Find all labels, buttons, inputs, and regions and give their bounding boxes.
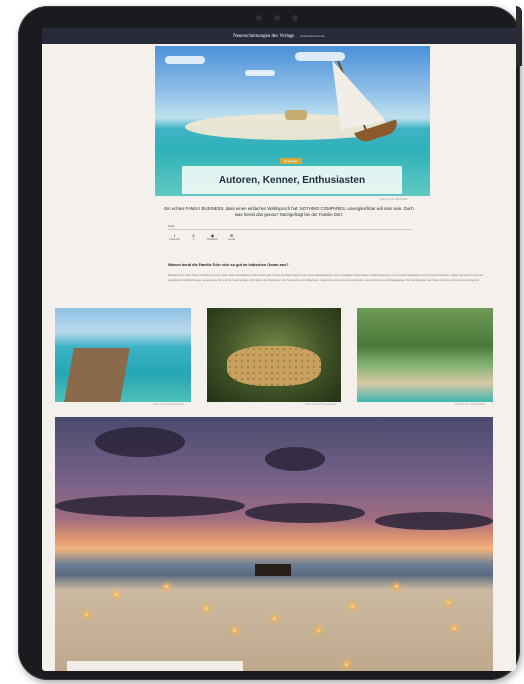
image-credit: Foto: Pexels / Photographer xyxy=(305,403,337,406)
share-section: Teilen f Facebook X X ◉ WhatsApp ✉ E-Mai… xyxy=(168,225,412,241)
cloud xyxy=(245,70,275,76)
dinner-table xyxy=(255,564,291,576)
lantern xyxy=(453,627,456,630)
hero-title-box: Autoren, Kenner, Enthusiasten xyxy=(182,166,402,194)
beach-hut xyxy=(285,110,307,120)
share-mail-button[interactable]: ✉ E-Mail xyxy=(225,233,238,241)
camera-dot xyxy=(292,15,298,21)
image-gallery: Foto: Pexels / Photographer Foto: Pexels… xyxy=(55,308,493,406)
lantern xyxy=(115,593,118,596)
gallery-image-leopard[interactable] xyxy=(207,308,341,402)
image-credit: Foto: Pexels / Photographer xyxy=(153,403,185,406)
beach-dinner-image[interactable] xyxy=(55,417,493,671)
share-label: Teilen xyxy=(168,225,175,228)
article-question: Warum berät die Familie Dörr sich so gut… xyxy=(168,263,289,267)
tablet-screen: Neuerscheinungen des Verlags deutschland… xyxy=(42,28,516,671)
lantern xyxy=(351,605,354,608)
page-title: Autoren, Kenner, Enthusiasten xyxy=(218,174,366,186)
lead-text: Ein echtes FAMILY BUSINESS, dass einen e… xyxy=(164,206,414,217)
site-title[interactable]: Neuerscheinungen des Verlags xyxy=(233,34,294,39)
lantern xyxy=(205,607,208,610)
lantern xyxy=(85,613,88,616)
leopard xyxy=(227,346,321,386)
share-item-label: E-Mail xyxy=(228,238,235,241)
share-x-button[interactable]: X X xyxy=(187,233,200,241)
cloud xyxy=(245,503,365,523)
lantern xyxy=(395,585,398,588)
divider xyxy=(168,229,412,230)
cloud xyxy=(95,427,185,457)
lantern xyxy=(447,601,450,604)
cloud xyxy=(265,447,325,471)
lantern xyxy=(165,585,168,588)
article-paragraph: Ehepaar Dörr: Seit seiner Kindheit ist m… xyxy=(168,273,483,282)
cloud xyxy=(375,512,493,530)
camera-dot xyxy=(256,15,262,21)
share-item-label: X xyxy=(192,238,195,241)
share-buttons: f Facebook X X ◉ WhatsApp ✉ E-Mail xyxy=(168,233,412,241)
gallery-image-overwater-deck[interactable] xyxy=(55,308,191,402)
gallery-image-resort[interactable] xyxy=(357,308,493,402)
site-subtitle: deutschland heute xyxy=(300,34,325,38)
camera-dot xyxy=(274,15,280,21)
wooden-deck xyxy=(64,348,130,402)
site-header: Neuerscheinungen des Verlags deutschland… xyxy=(42,28,516,44)
tablet-frame: Neuerscheinungen des Verlags deutschland… xyxy=(18,6,522,680)
cloud xyxy=(165,56,205,64)
category-badge[interactable]: Reportage xyxy=(280,158,303,164)
lantern xyxy=(273,617,276,620)
image-credit: Foto: Pexels / Maximilian xyxy=(380,198,408,201)
share-item-label: Facebook xyxy=(169,238,180,241)
share-item-label: WhatsApp xyxy=(206,238,219,241)
lantern xyxy=(345,663,348,666)
share-facebook-button[interactable]: f Facebook xyxy=(168,233,181,241)
caption-overlay xyxy=(67,661,243,671)
image-credit: Foto: Pexels / Photographer xyxy=(455,403,487,406)
cloud xyxy=(55,495,245,517)
lantern xyxy=(233,629,236,632)
lantern xyxy=(317,629,320,632)
share-whatsapp-button[interactable]: ◉ WhatsApp xyxy=(206,233,219,241)
